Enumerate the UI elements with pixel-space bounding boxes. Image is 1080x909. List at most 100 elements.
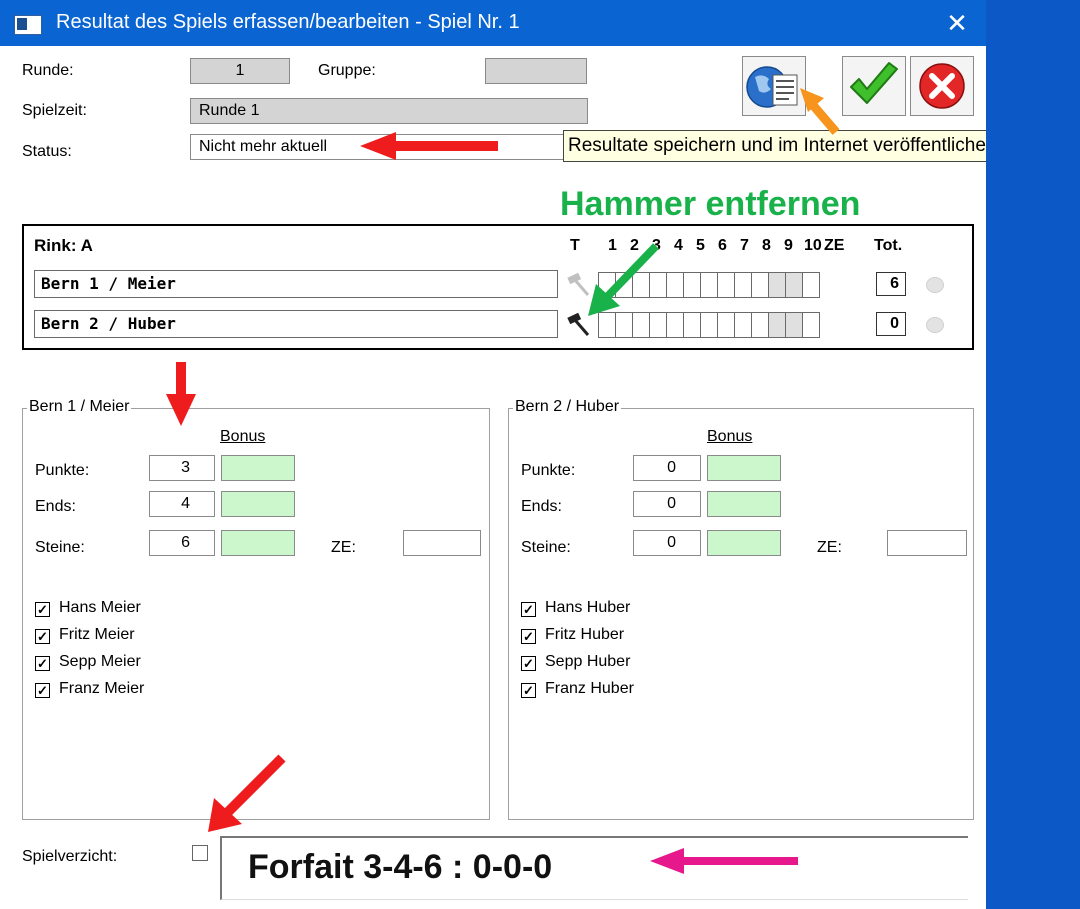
player-checkbox[interactable]: ✓: [35, 602, 50, 617]
end-cell[interactable]: [598, 312, 616, 338]
end-header: 10: [804, 237, 822, 254]
player-name: Hans Meier: [59, 599, 141, 616]
end-cell[interactable]: [785, 272, 803, 298]
player-checkbox[interactable]: ✓: [35, 683, 50, 698]
total-header: Tot.: [874, 237, 903, 254]
stone-icon: [926, 317, 944, 333]
gruppe-field[interactable]: [485, 58, 587, 84]
red-x-icon: [919, 63, 965, 109]
team-panel-title: Bern 2 / Huber: [513, 398, 622, 416]
end-cell[interactable]: [666, 272, 684, 298]
player-checkbox[interactable]: ✓: [521, 656, 536, 671]
hammer-icon[interactable]: [564, 312, 592, 338]
punkte-label: Punkte:: [35, 462, 90, 479]
end-header: 1: [608, 237, 617, 254]
end-cell[interactable]: [717, 272, 735, 298]
ends-field[interactable]: 0: [633, 491, 701, 517]
end-cell[interactable]: [734, 272, 752, 298]
end-cell[interactable]: [734, 312, 752, 338]
publish-button[interactable]: [742, 56, 806, 116]
end-cell[interactable]: [700, 312, 718, 338]
punkte-bonus-field[interactable]: [221, 455, 295, 481]
steine-bonus-field[interactable]: [221, 530, 295, 556]
rink-title: Rink: A: [34, 236, 93, 255]
checkmark-icon: [850, 62, 898, 104]
window-title: Resultat des Spiels erfassen/bearbeiten …: [56, 11, 520, 33]
punkte-field[interactable]: 0: [633, 455, 701, 481]
end-cell[interactable]: [700, 272, 718, 298]
end-cell[interactable]: [598, 272, 616, 298]
punkte-label: Punkte:: [521, 462, 576, 479]
hammer-column-header: T: [570, 237, 580, 254]
end-cell[interactable]: [768, 312, 786, 338]
end-header: 5: [696, 237, 705, 254]
extra-end-cell[interactable]: [802, 272, 820, 298]
cancel-button[interactable]: [910, 56, 974, 116]
end-cell[interactable]: [632, 312, 650, 338]
ze-field[interactable]: [887, 530, 967, 556]
end-cell[interactable]: [785, 312, 803, 338]
end-cell[interactable]: [666, 312, 684, 338]
end-header: 7: [740, 237, 749, 254]
end-cell[interactable]: [751, 272, 769, 298]
end-cell[interactable]: [649, 272, 667, 298]
end-header: 8: [762, 237, 771, 254]
end-cell[interactable]: [683, 312, 701, 338]
team-panel-title: Bern 1 / Meier: [27, 398, 132, 416]
status-field[interactable]: Nicht mehr aktuell: [190, 134, 570, 160]
player-name: Fritz Huber: [545, 626, 625, 643]
end-score-cells[interactable]: [598, 312, 820, 338]
player-name: Fritz Meier: [59, 626, 135, 643]
player-name: Sepp Huber: [545, 653, 631, 670]
steine-label: Steine:: [35, 539, 85, 556]
end-header: 3: [652, 237, 661, 254]
player-checkbox[interactable]: ✓: [521, 602, 536, 617]
extra-end-cell[interactable]: [802, 312, 820, 338]
team-name-field[interactable]: Bern 2 / Huber: [34, 310, 558, 338]
player-checkbox[interactable]: ✓: [35, 656, 50, 671]
steine-field[interactable]: 6: [149, 530, 215, 556]
end-cell[interactable]: [717, 312, 735, 338]
ze-field[interactable]: [403, 530, 481, 556]
end-cell[interactable]: [615, 272, 633, 298]
team-name-field[interactable]: Bern 1 / Meier: [34, 270, 558, 298]
end-score-cells[interactable]: [598, 272, 820, 298]
spielverzicht-checkbox[interactable]: [192, 845, 208, 861]
ends-label: Ends:: [35, 498, 76, 515]
end-cell[interactable]: [632, 272, 650, 298]
steine-bonus-field[interactable]: [707, 530, 781, 556]
end-cell[interactable]: [683, 272, 701, 298]
close-button[interactable]: ✕: [928, 0, 986, 46]
ok-button[interactable]: [842, 56, 906, 116]
ends-bonus-field[interactable]: [707, 491, 781, 517]
stone-icon: [926, 277, 944, 293]
ze-label: ZE:: [331, 539, 356, 556]
bonus-header: Bonus: [220, 428, 266, 445]
player-name: Franz Meier: [59, 680, 145, 697]
end-cell[interactable]: [768, 272, 786, 298]
gruppe-label: Gruppe:: [318, 62, 376, 79]
end-cell[interactable]: [649, 312, 667, 338]
ends-bonus-field[interactable]: [221, 491, 295, 517]
publish-tooltip: Resultate speichern und im Internet verö…: [563, 130, 986, 162]
end-cell[interactable]: [751, 312, 769, 338]
globe-document-icon: [746, 66, 798, 108]
punkte-field[interactable]: 3: [149, 455, 215, 481]
steine-field[interactable]: 0: [633, 530, 701, 556]
end-header: 2: [630, 237, 639, 254]
end-cell[interactable]: [615, 312, 633, 338]
runde-field[interactable]: 1: [190, 58, 290, 84]
team-total: 0: [876, 312, 906, 336]
player-checkbox[interactable]: ✓: [35, 629, 50, 644]
forfait-text: Forfait 3-4-6 : 0-0-0: [248, 848, 553, 886]
player-checkbox[interactable]: ✓: [521, 629, 536, 644]
hammer-icon[interactable]: [564, 272, 592, 298]
punkte-bonus-field[interactable]: [707, 455, 781, 481]
hammer-annotation: Hammer entfernen: [560, 185, 861, 223]
bonus-header: Bonus: [707, 428, 753, 445]
spielzeit-field[interactable]: Runde 1: [190, 98, 588, 124]
spielzeit-label: Spielzeit:: [22, 102, 87, 119]
player-checkbox[interactable]: ✓: [521, 683, 536, 698]
forfait-field[interactable]: Forfait 3-4-6 : 0-0-0: [220, 836, 968, 900]
ends-field[interactable]: 4: [149, 491, 215, 517]
